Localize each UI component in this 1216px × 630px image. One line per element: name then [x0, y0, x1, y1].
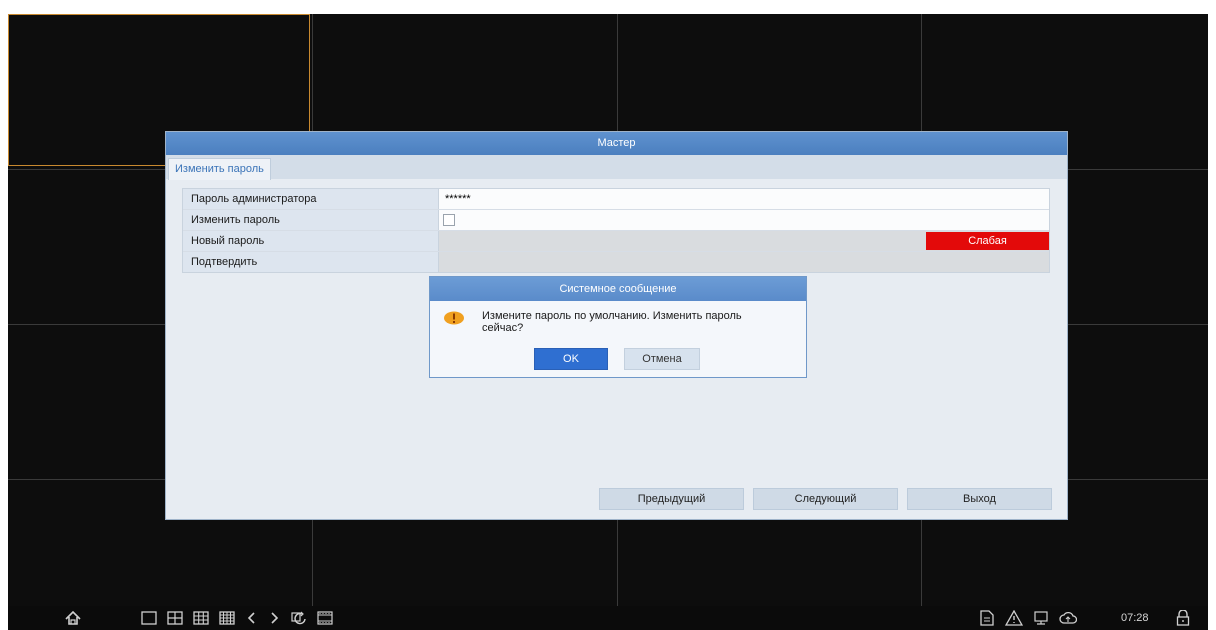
wizard-title: Мастер: [166, 132, 1067, 155]
warning-icon: [444, 311, 464, 325]
previous-button[interactable]: Предыдущий: [599, 488, 744, 510]
change-password-label: Изменить пароль: [183, 210, 439, 230]
message-title: Системное сообщение: [430, 277, 806, 301]
tab-change-password[interactable]: Изменить пароль: [168, 158, 271, 180]
clock-time: 07:28: [1121, 612, 1149, 624]
prev-page-icon[interactable]: [245, 609, 259, 627]
new-password-label: Новый пароль: [183, 231, 439, 251]
network-icon[interactable]: [1032, 609, 1050, 627]
form-row-new-password: Новый пароль Слабая: [183, 231, 1049, 252]
confirm-password-field[interactable]: [439, 252, 1049, 272]
taskbar: 07:28: [8, 606, 1208, 630]
layout-4-icon[interactable]: [166, 609, 184, 627]
log-icon[interactable]: [978, 609, 996, 627]
layout-16-icon[interactable]: [218, 609, 236, 627]
password-form: Пароль администратора ****** Изменить па…: [182, 188, 1050, 273]
message-text: Измените пароль по умолчанию. Изменить п…: [482, 310, 742, 334]
system-message-dialog: Системное сообщение Измените пароль по у…: [429, 276, 807, 378]
form-row-change-password: Изменить пароль: [183, 210, 1049, 231]
lock-icon[interactable]: [1174, 609, 1192, 627]
playback-icon[interactable]: [316, 609, 334, 627]
password-strength-badge: Слабая: [926, 232, 1049, 250]
home-icon[interactable]: [64, 609, 82, 627]
change-password-checkbox[interactable]: [443, 214, 455, 226]
new-password-field[interactable]: Слабая: [439, 231, 1049, 251]
layout-9-icon[interactable]: [192, 609, 210, 627]
admin-password-label: Пароль администратора: [183, 189, 439, 209]
next-page-icon[interactable]: [267, 609, 281, 627]
confirm-label: Подтвердить: [183, 252, 439, 272]
change-password-cell: [439, 210, 1049, 230]
form-row-admin-password: Пароль администратора ******: [183, 189, 1049, 210]
layout-1-icon[interactable]: [140, 609, 158, 627]
next-button[interactable]: Следующий: [753, 488, 898, 510]
alarm-icon[interactable]: [1004, 609, 1024, 627]
tab-bar: Изменить пароль: [166, 155, 1067, 180]
sequence-icon[interactable]: [290, 609, 308, 627]
cloud-icon[interactable]: [1058, 609, 1078, 627]
ok-button[interactable]: OK: [534, 348, 608, 370]
admin-password-field[interactable]: ******: [439, 189, 1049, 209]
form-row-confirm: Подтвердить: [183, 252, 1049, 272]
cancel-button[interactable]: Отмена: [624, 348, 700, 370]
exit-button[interactable]: Выход: [907, 488, 1052, 510]
